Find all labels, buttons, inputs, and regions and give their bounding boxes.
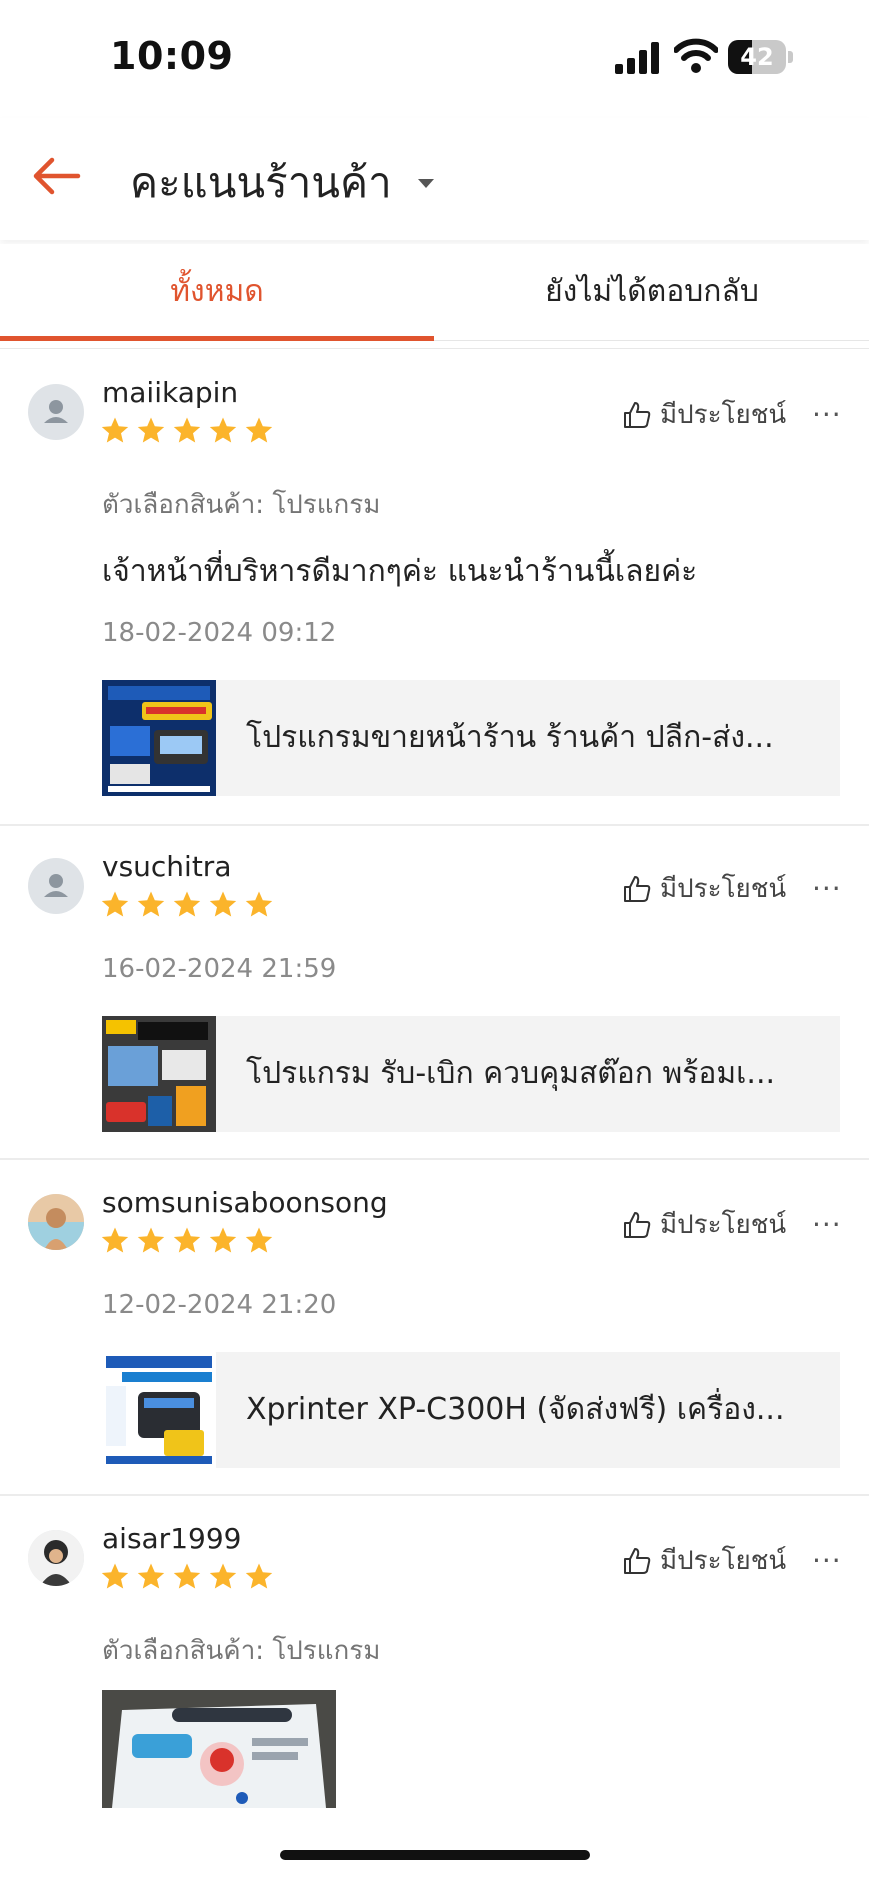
product-thumbnail <box>102 1352 216 1468</box>
review-item: aisar1999 มีประโยชน์ ··· ตัวเลือกสินค้า:… <box>0 1502 869 1882</box>
star-icon <box>101 1227 129 1253</box>
star-icon <box>245 417 273 443</box>
reviewer-username: aisar1999 <box>102 1522 242 1555</box>
product-variant: ตัวเลือกสินค้า: โปรแกรม <box>102 490 381 520</box>
product-card[interactable]: โปรแกรม รับ-เบิก ควบคุมสต๊อก พร้อมเ... <box>102 1016 840 1132</box>
star-icon <box>101 417 129 443</box>
star-icon <box>137 1563 165 1589</box>
review-date: 12-02-2024 21:20 <box>102 1290 337 1320</box>
star-icon <box>137 891 165 917</box>
star-icon <box>101 1563 129 1589</box>
review-item: vsuchitra มีประโยชน์ ··· 16-02-2024 21:5… <box>0 830 869 1158</box>
helpful-label: มีประโยชน์ <box>660 874 787 904</box>
battery-icon: 42 <box>728 40 794 74</box>
helpful-button[interactable]: มีประโยชน์ <box>622 1540 786 1581</box>
tab-all[interactable]: ทั้งหมด <box>0 244 434 341</box>
status-bar: 10:09 42 <box>0 0 869 118</box>
star-icon <box>101 891 129 917</box>
rating-stars <box>100 890 274 920</box>
star-icon <box>209 891 237 917</box>
product-card[interactable]: โปรแกรมขายหน้าร้าน ร้านค้า ปลีก-ส่ง... <box>102 680 840 796</box>
avatar[interactable] <box>28 1194 84 1250</box>
divider <box>0 1494 869 1496</box>
wifi-icon <box>674 38 718 73</box>
tab-all-label: ทั้งหมด <box>170 274 264 309</box>
user-photo-icon <box>28 1194 84 1250</box>
divider <box>0 348 869 349</box>
divider <box>0 824 869 826</box>
rating-stars <box>100 416 274 446</box>
page-title-dropdown[interactable]: คะแนนร้านค้า <box>130 150 434 216</box>
star-icon <box>209 417 237 443</box>
product-name: โปรแกรมขายหน้าร้าน ร้านค้า ปลีก-ส่ง... <box>246 720 774 755</box>
product-name: Xprinter XP-C300H (จัดส่งฟรี) เครื่อง... <box>246 1392 785 1427</box>
arrow-left-icon[interactable] <box>28 148 84 204</box>
product-name: โปรแกรม รับ-เบิก ควบคุมสต๊อก พร้อมเ... <box>246 1056 776 1091</box>
app-header: คะแนนร้านค้า <box>0 118 869 240</box>
thumbs-up-icon <box>624 1547 651 1574</box>
active-tab-indicator <box>0 336 434 341</box>
default-user-icon <box>44 400 68 423</box>
rating-stars <box>100 1226 274 1256</box>
review-date: 16-02-2024 21:59 <box>102 954 337 984</box>
cellular-signal-icon <box>615 42 659 74</box>
helpful-button[interactable]: มีประโยชน์ <box>622 394 786 435</box>
user-photo-icon <box>28 1530 84 1586</box>
rating-stars <box>100 1562 274 1592</box>
product-thumbnail <box>102 1016 216 1132</box>
avatar[interactable] <box>28 858 84 914</box>
reviewer-username: maiikapin <box>102 376 239 409</box>
star-icon <box>173 417 201 443</box>
tab-not-replied-label: ยังไม่ได้ตอบกลับ <box>545 274 759 309</box>
more-options-icon[interactable]: ··· <box>812 1544 842 1577</box>
review-item: somsunisaboonsong มีประโยชน์ ··· 12-02-2… <box>0 1166 869 1494</box>
thumbs-up-icon <box>624 1211 651 1238</box>
thumbs-up-icon <box>624 401 651 428</box>
battery-percent: 42 <box>740 43 774 71</box>
helpful-button[interactable]: มีประโยชน์ <box>622 868 786 909</box>
home-indicator <box>280 1850 590 1860</box>
thumbs-up-icon <box>624 875 651 902</box>
default-user-icon <box>44 874 68 897</box>
review-date: 18-02-2024 09:12 <box>102 618 337 648</box>
star-icon <box>245 1227 273 1253</box>
avatar[interactable] <box>28 1530 84 1586</box>
star-icon <box>245 891 273 917</box>
page-title: คะแนนร้านค้า <box>130 158 392 207</box>
star-icon <box>173 1563 201 1589</box>
helpful-label: มีประโยชน์ <box>660 1210 787 1240</box>
helpful-label: มีประโยชน์ <box>660 1546 787 1576</box>
star-icon <box>137 1227 165 1253</box>
star-icon <box>173 1227 201 1253</box>
star-icon <box>209 1227 237 1253</box>
review-item: maiikapin มีประโยชน์ ··· ตัวเลือกสินค้า:… <box>0 356 869 824</box>
product-thumbnail <box>102 680 216 796</box>
avatar[interactable] <box>28 384 84 440</box>
caret-down-icon <box>417 178 434 188</box>
helpful-label: มีประโยชน์ <box>660 400 787 430</box>
status-time: 10:09 <box>110 34 234 78</box>
product-card[interactable]: Xprinter XP-C300H (จัดส่งฟรี) เครื่อง... <box>102 1352 840 1468</box>
more-options-icon[interactable]: ··· <box>812 398 842 431</box>
star-icon <box>137 417 165 443</box>
tab-not-replied[interactable]: ยังไม่ได้ตอบกลับ <box>435 244 869 340</box>
reviewer-username: vsuchitra <box>102 850 232 883</box>
more-options-icon[interactable]: ··· <box>812 1208 842 1241</box>
more-options-icon[interactable]: ··· <box>812 872 842 905</box>
reviewer-username: somsunisaboonsong <box>102 1186 388 1219</box>
review-comment: เจ้าหน้าที่บริหารดีมากๆค่ะ แนะนำร้านนี้เ… <box>102 554 698 589</box>
helpful-button[interactable]: มีประโยชน์ <box>622 1204 786 1245</box>
star-icon <box>245 1563 273 1589</box>
tab-bar: ทั้งหมด ยังไม่ได้ตอบกลับ <box>0 244 869 341</box>
divider <box>0 1158 869 1160</box>
review-photo[interactable] <box>102 1690 336 1808</box>
product-variant: ตัวเลือกสินค้า: โปรแกรม <box>102 1636 381 1666</box>
star-icon <box>209 1563 237 1589</box>
star-icon <box>173 891 201 917</box>
